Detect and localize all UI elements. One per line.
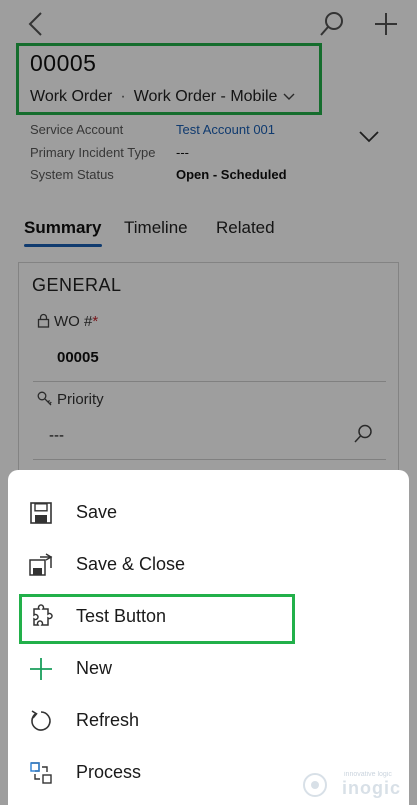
- menu-item-new[interactable]: New: [8, 644, 409, 694]
- menu-item-refresh[interactable]: Refresh: [8, 696, 409, 746]
- process-flow-icon: [28, 760, 54, 786]
- menu-item-save[interactable]: Save: [8, 488, 409, 538]
- plus-icon: [28, 656, 54, 682]
- menu-label: Save & Close: [76, 554, 186, 574]
- menu-item-save-close[interactable]: Save & Close: [8, 540, 409, 590]
- menu-label: Save: [76, 502, 118, 522]
- test-button-highlight-box: [19, 594, 295, 644]
- command-action-sheet: Save Save & Close Test Button New Refres…: [8, 470, 409, 805]
- inogic-watermark: innovative logic inogic: [300, 770, 400, 800]
- menu-label: New: [76, 658, 113, 678]
- inogic-logo-icon: [300, 772, 330, 803]
- refresh-icon: [28, 708, 54, 734]
- watermark-brand: inogic: [342, 778, 401, 798]
- save-close-icon: [28, 552, 54, 578]
- save-disk-icon: [28, 500, 54, 526]
- menu-label: Refresh: [76, 710, 140, 730]
- menu-label: Process: [76, 762, 142, 782]
- watermark-tagline: innovative logic: [344, 771, 392, 778]
